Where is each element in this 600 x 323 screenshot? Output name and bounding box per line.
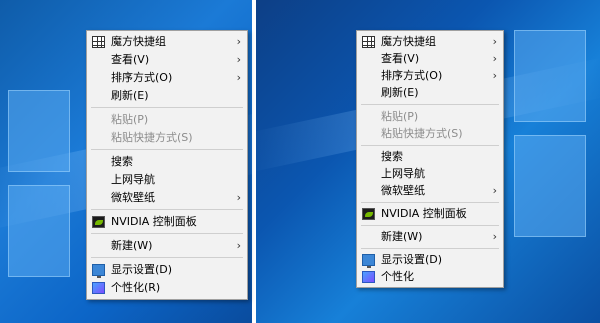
menu-item-web-navigation[interactable]: 上网导航: [87, 171, 247, 189]
menu-item-label: 搜索: [381, 150, 403, 163]
menu-separator: [91, 149, 243, 150]
menu-item-label: 新建(W): [381, 230, 423, 243]
menu-item-label: 显示设置(D): [381, 253, 443, 266]
menu-item-paste-shortcut[interactable]: 粘贴快捷方式(S): [357, 125, 503, 143]
menu-item-nvidia-control-panel[interactable]: NVIDIA 控制面板: [87, 213, 247, 231]
menu-separator: [361, 202, 499, 203]
menu-item-label: 魔方快捷组: [111, 35, 166, 48]
menu-item-mofang-shortcut[interactable]: 魔方快捷组 ›: [357, 33, 503, 51]
desktop-context-menu-left: 魔方快捷组 › 查看(V) › 排序方式(O) › 刷新(E) 粘贴(P) 粘贴…: [86, 30, 248, 300]
menu-item-display-settings[interactable]: 显示设置(D): [87, 261, 247, 279]
menu-item-new[interactable]: 新建(W) ›: [87, 237, 247, 255]
menu-item-refresh[interactable]: 刷新(E): [357, 84, 503, 102]
menu-item-label: 魔方快捷组: [381, 35, 436, 48]
menu-item-display-settings[interactable]: 显示设置(D): [357, 251, 503, 269]
menu-item-label: 微软壁纸: [111, 191, 155, 204]
menu-item-label: 粘贴快捷方式(S): [111, 131, 193, 144]
chevron-right-icon: ›: [236, 35, 241, 48]
menu-item-paste[interactable]: 粘贴(P): [357, 108, 503, 126]
chevron-right-icon: ›: [492, 69, 497, 82]
menu-item-search[interactable]: 搜索: [87, 153, 247, 171]
menu-item-label: 查看(V): [111, 53, 150, 66]
menu-item-label: 刷新(E): [381, 86, 419, 99]
chevron-right-icon: ›: [492, 52, 497, 65]
menu-item-label: 个性化: [381, 270, 414, 283]
menu-item-label: 上网导航: [111, 173, 155, 186]
menu-separator: [361, 104, 499, 105]
menu-item-label: 微软壁纸: [381, 184, 425, 197]
menu-item-view[interactable]: 查看(V) ›: [357, 50, 503, 68]
menu-item-label: 排序方式(O): [381, 69, 443, 82]
personalize-icon: [362, 271, 375, 283]
menu-item-view[interactable]: 查看(V) ›: [87, 51, 247, 69]
menu-separator: [91, 209, 243, 210]
menu-item-search[interactable]: 搜索: [357, 148, 503, 166]
grid-icon: [362, 36, 375, 48]
display-icon: [92, 264, 105, 278]
windows-logo-pane: [514, 135, 586, 237]
menu-item-refresh[interactable]: 刷新(E): [87, 87, 247, 105]
nvidia-icon: [362, 208, 375, 220]
menu-separator: [91, 257, 243, 258]
menu-item-nvidia-control-panel[interactable]: NVIDIA 控制面板: [357, 205, 503, 223]
menu-item-label: 新建(W): [111, 239, 153, 252]
menu-item-mofang-shortcut[interactable]: 魔方快捷组 ›: [87, 33, 247, 51]
menu-item-label: 个性化(R): [111, 281, 161, 294]
windows-logo-pane: [8, 90, 70, 172]
menu-item-web-navigation[interactable]: 上网导航: [357, 165, 503, 183]
windows-logo-pane: [514, 30, 586, 122]
menu-item-label: NVIDIA 控制面板: [111, 215, 197, 228]
desktop-context-menu-right: 魔方快捷组 › 查看(V) › 排序方式(O) › 刷新(E) 粘贴(P) 粘贴…: [356, 30, 504, 288]
menu-item-label: 粘贴快捷方式(S): [381, 127, 463, 140]
chevron-right-icon: ›: [236, 53, 241, 66]
menu-separator: [361, 145, 499, 146]
menu-item-paste-shortcut[interactable]: 粘贴快捷方式(S): [87, 129, 247, 147]
menu-item-label: 刷新(E): [111, 89, 149, 102]
chevron-right-icon: ›: [492, 184, 497, 197]
menu-item-label: 查看(V): [381, 52, 420, 65]
menu-item-label: 粘贴(P): [111, 113, 149, 126]
menu-separator: [91, 233, 243, 234]
menu-item-microsoft-wallpaper[interactable]: 微软壁纸 ›: [357, 182, 503, 200]
menu-separator: [361, 248, 499, 249]
grid-icon: [92, 36, 105, 48]
menu-item-sort-by[interactable]: 排序方式(O) ›: [357, 67, 503, 85]
chevron-right-icon: ›: [236, 239, 241, 252]
menu-separator: [91, 107, 243, 108]
menu-item-new[interactable]: 新建(W) ›: [357, 228, 503, 246]
menu-item-sort-by[interactable]: 排序方式(O) ›: [87, 69, 247, 87]
display-icon: [362, 254, 375, 268]
menu-item-label: 搜索: [111, 155, 133, 168]
menu-item-personalize[interactable]: 个性化(R): [87, 279, 247, 297]
menu-item-label: 显示设置(D): [111, 263, 173, 276]
chevron-right-icon: ›: [236, 191, 241, 204]
menu-item-label: NVIDIA 控制面板: [381, 207, 467, 220]
menu-item-personalize[interactable]: 个性化: [357, 268, 503, 286]
menu-item-microsoft-wallpaper[interactable]: 微软壁纸 ›: [87, 189, 247, 207]
menu-item-label: 上网导航: [381, 167, 425, 180]
menu-item-label: 粘贴(P): [381, 110, 419, 123]
chevron-right-icon: ›: [492, 230, 497, 243]
nvidia-icon: [92, 216, 105, 228]
menu-item-paste[interactable]: 粘贴(P): [87, 111, 247, 129]
personalize-icon: [92, 282, 105, 294]
chevron-right-icon: ›: [492, 35, 497, 48]
menu-item-label: 排序方式(O): [111, 71, 173, 84]
windows-logo-pane: [8, 185, 70, 277]
chevron-right-icon: ›: [236, 71, 241, 84]
menu-separator: [361, 225, 499, 226]
